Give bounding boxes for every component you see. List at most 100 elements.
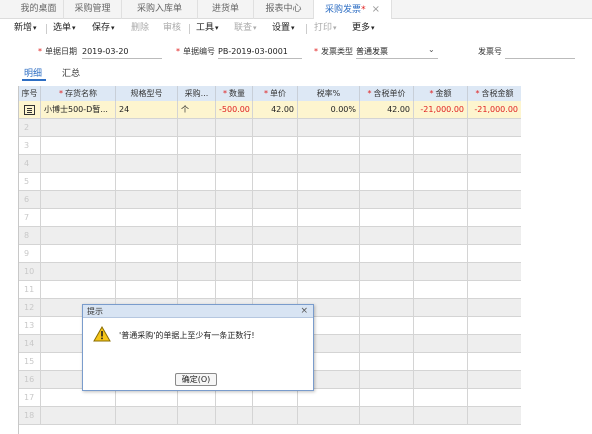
- table-cell[interactable]: [298, 173, 360, 191]
- table-cell[interactable]: [414, 263, 468, 281]
- table-cell[interactable]: [360, 299, 414, 317]
- close-icon[interactable]: ×: [372, 4, 380, 15]
- col-header-tax-price[interactable]: * 含税单价: [360, 86, 414, 101]
- table-cell[interactable]: [298, 155, 360, 173]
- table-row[interactable]: 11: [19, 281, 521, 299]
- table-cell[interactable]: [468, 317, 521, 335]
- table-cell[interactable]: [216, 173, 253, 191]
- table-cell[interactable]: [414, 371, 468, 389]
- table-cell[interactable]: [116, 209, 178, 227]
- col-header-index[interactable]: 序号: [19, 86, 41, 101]
- table-cell[interactable]: [414, 335, 468, 353]
- tab-purchase-mgmt[interactable]: 采购管理: [64, 0, 122, 19]
- table-cell[interactable]: [298, 119, 360, 137]
- table-row[interactable]: 18: [19, 407, 521, 425]
- cell-tax-price[interactable]: 42.00: [360, 101, 414, 119]
- table-cell[interactable]: [360, 173, 414, 191]
- table-cell[interactable]: [116, 245, 178, 263]
- table-cell[interactable]: [178, 389, 216, 407]
- table-cell[interactable]: [216, 281, 253, 299]
- table-cell[interactable]: [41, 173, 116, 191]
- table-cell[interactable]: [414, 137, 468, 155]
- table-cell[interactable]: [360, 119, 414, 137]
- table-row[interactable]: 5: [19, 173, 521, 191]
- col-header-tax-amount[interactable]: * 含税金额: [468, 86, 521, 101]
- table-cell[interactable]: [360, 155, 414, 173]
- cell-unit[interactable]: 个: [178, 101, 216, 119]
- table-row[interactable]: 7: [19, 209, 521, 227]
- table-cell[interactable]: [216, 407, 253, 425]
- table-cell[interactable]: [178, 155, 216, 173]
- ok-button[interactable]: 确定(O): [175, 373, 217, 386]
- col-header-spec[interactable]: 规格型号: [116, 86, 178, 101]
- chevron-down-icon[interactable]: ⌄: [428, 45, 435, 54]
- table-cell[interactable]: [360, 353, 414, 371]
- table-cell[interactable]: [414, 389, 468, 407]
- table-cell[interactable]: [216, 389, 253, 407]
- table-cell[interactable]: [178, 191, 216, 209]
- table-cell[interactable]: [116, 281, 178, 299]
- table-cell[interactable]: [414, 119, 468, 137]
- table-cell[interactable]: [216, 191, 253, 209]
- table-cell[interactable]: [360, 209, 414, 227]
- link-button[interactable]: 联查▾: [234, 19, 257, 38]
- table-cell[interactable]: [298, 227, 360, 245]
- table-cell[interactable]: [41, 209, 116, 227]
- row-menu-icon[interactable]: [19, 101, 41, 119]
- table-cell[interactable]: [414, 299, 468, 317]
- table-cell[interactable]: [253, 155, 298, 173]
- tab-stock-in[interactable]: 进货单: [198, 0, 254, 19]
- delete-button[interactable]: 删除: [131, 19, 149, 38]
- table-cell[interactable]: [253, 263, 298, 281]
- table-row[interactable]: 3: [19, 137, 521, 155]
- table-cell[interactable]: [41, 137, 116, 155]
- table-cell[interactable]: [116, 407, 178, 425]
- table-cell[interactable]: [216, 245, 253, 263]
- date-field[interactable]: 2019-03-20: [82, 44, 162, 59]
- table-cell[interactable]: [468, 227, 521, 245]
- table-cell[interactable]: [360, 245, 414, 263]
- table-cell[interactable]: [116, 389, 178, 407]
- col-header-qty[interactable]: * 数量: [216, 86, 253, 101]
- col-header-price[interactable]: * 单价: [253, 86, 298, 101]
- table-cell[interactable]: [253, 389, 298, 407]
- settings-button[interactable]: 设置▾: [272, 19, 295, 38]
- table-cell[interactable]: [216, 119, 253, 137]
- table-cell[interactable]: [414, 173, 468, 191]
- table-cell[interactable]: [468, 245, 521, 263]
- table-cell[interactable]: [468, 371, 521, 389]
- table-cell[interactable]: [298, 245, 360, 263]
- table-cell[interactable]: [253, 119, 298, 137]
- table-cell[interactable]: [116, 155, 178, 173]
- table-cell[interactable]: [360, 389, 414, 407]
- table-row[interactable]: 小博士500-D暂... 24 个 -500.00 42.00 0.00% 42…: [19, 101, 521, 119]
- table-cell[interactable]: [414, 317, 468, 335]
- table-cell[interactable]: [216, 227, 253, 245]
- cell-qty[interactable]: -500.00: [216, 101, 253, 119]
- table-cell[interactable]: [253, 407, 298, 425]
- table-cell[interactable]: [360, 227, 414, 245]
- table-cell[interactable]: [116, 137, 178, 155]
- table-cell[interactable]: [298, 281, 360, 299]
- cell-tax-rate[interactable]: 0.00%: [298, 101, 360, 119]
- tab-report-center[interactable]: 报表中心: [254, 0, 314, 19]
- table-cell[interactable]: [41, 245, 116, 263]
- table-cell[interactable]: [414, 191, 468, 209]
- table-cell[interactable]: [360, 335, 414, 353]
- table-cell[interactable]: [253, 137, 298, 155]
- table-cell[interactable]: [41, 263, 116, 281]
- table-cell[interactable]: [116, 227, 178, 245]
- cell-name[interactable]: 小博士500-D暂...: [41, 101, 116, 119]
- more-button[interactable]: 更多▾: [352, 19, 375, 38]
- print-button[interactable]: 打印▾: [314, 19, 337, 38]
- table-cell[interactable]: [468, 119, 521, 137]
- table-cell[interactable]: [41, 389, 116, 407]
- table-cell[interactable]: [468, 155, 521, 173]
- audit-button[interactable]: 审核: [163, 19, 181, 38]
- table-cell[interactable]: [253, 209, 298, 227]
- table-cell[interactable]: [298, 407, 360, 425]
- table-cell[interactable]: [41, 407, 116, 425]
- table-cell[interactable]: [468, 335, 521, 353]
- table-cell[interactable]: [468, 191, 521, 209]
- table-cell[interactable]: [216, 155, 253, 173]
